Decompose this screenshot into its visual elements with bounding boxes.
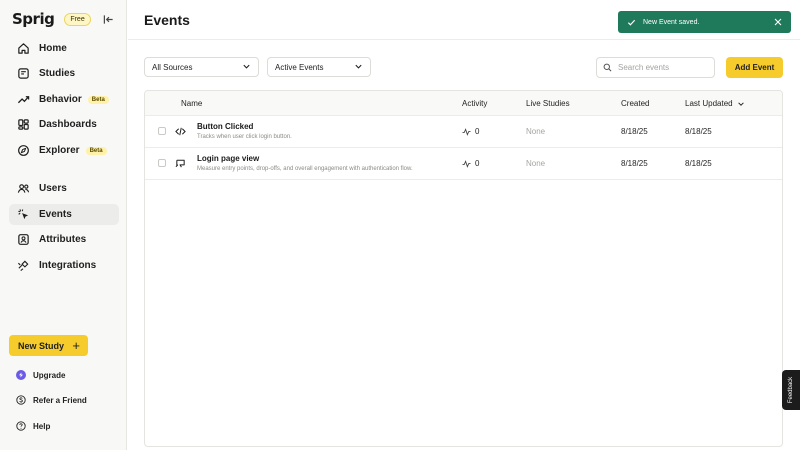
activity-value: 0 [475, 159, 480, 168]
sidebar-item-label: Home [39, 43, 67, 54]
sidebar-item-label: Events [39, 209, 72, 220]
sort-chevron-icon [737, 100, 745, 108]
add-event-button[interactable]: Add Event [726, 57, 783, 78]
row-checkbox[interactable] [158, 159, 166, 167]
page-title: Events [144, 12, 190, 28]
upgrade-icon [16, 370, 26, 380]
column-header-created[interactable]: Created [621, 91, 649, 116]
row-checkbox[interactable] [158, 127, 166, 135]
home-icon [16, 42, 30, 56]
column-header-name[interactable]: Name [181, 91, 202, 116]
chevron-down-icon [242, 62, 251, 73]
activity-icon [462, 159, 471, 168]
sidebar-item-explorer[interactable]: Explorer Beta [9, 140, 119, 161]
event-name[interactable]: Login page view [197, 154, 259, 163]
sprig-logo[interactable]: Sprig [12, 10, 55, 28]
dashboards-icon [16, 118, 30, 132]
studies-icon [16, 67, 30, 81]
sidebar-item-label: Help [33, 421, 51, 431]
event-name[interactable]: Button Clicked [197, 122, 253, 131]
activity-icon [462, 127, 471, 136]
live-studies-cell: None [526, 159, 546, 168]
collapse-sidebar-icon[interactable] [101, 12, 115, 26]
sidebar-item-label: Behavior [39, 94, 82, 105]
created-cell: 8/18/25 [621, 159, 648, 168]
sidebar-item-integrations[interactable]: Integrations [9, 255, 119, 276]
sidebar-item-events[interactable]: Events [9, 204, 119, 225]
sidebar: Sprig Free Home Studies Behavior Beta Da… [0, 0, 127, 450]
behavior-icon [16, 93, 30, 107]
sidebar-item-home[interactable]: Home [9, 38, 119, 59]
sidebar-item-label: Studies [39, 68, 76, 79]
source-select-value: All Sources [152, 62, 193, 72]
brand: Sprig Free [12, 10, 91, 28]
sidebar-item-label: Users [39, 183, 67, 194]
feedback-tab[interactable]: Feedback [782, 370, 800, 410]
last-updated-cell: 8/18/25 [685, 127, 712, 136]
sidebar-item-label: Attributes [39, 234, 87, 245]
beta-badge: Beta [87, 95, 109, 104]
explorer-icon [16, 144, 30, 158]
sidebar-item-attributes[interactable]: Attributes [9, 229, 119, 250]
source-select[interactable]: All Sources [144, 57, 259, 77]
close-icon[interactable] [773, 17, 783, 27]
chevron-down-icon [354, 62, 363, 73]
users-icon [16, 182, 30, 196]
event-description: Measure entry points, drop-offs, and ove… [197, 166, 413, 172]
sidebar-item-behavior[interactable]: Behavior Beta [9, 89, 119, 110]
code-icon [174, 125, 186, 137]
event-description: Tracks when user click login button. [197, 134, 292, 140]
check-icon [626, 17, 636, 27]
activity-value: 0 [475, 127, 480, 136]
table-row[interactable]: Button Clicked Tracks when user click lo… [145, 116, 782, 148]
sidebar-item-studies[interactable]: Studies [9, 63, 119, 84]
column-header-live-studies[interactable]: Live Studies [526, 91, 570, 116]
feedback-label: Feedback [788, 376, 794, 404]
toast-message: New Event saved. [643, 18, 700, 26]
status-select-value: Active Events [275, 62, 324, 72]
plus-icon: + [72, 338, 80, 353]
sidebar-item-label: Refer a Friend [33, 395, 87, 405]
created-cell: 8/18/25 [621, 127, 648, 136]
new-study-label: New Study [18, 340, 65, 351]
sidebar-item-refer[interactable]: Refer a Friend [16, 392, 87, 408]
sidebar-item-label: Explorer [39, 145, 80, 156]
events-icon [16, 208, 30, 222]
sidebar-item-dashboards[interactable]: Dashboards [9, 114, 119, 135]
search-input[interactable] [618, 63, 708, 72]
sidebar-item-label: Upgrade [33, 370, 66, 380]
main-content: Events New Event saved. All Sources Acti… [128, 0, 800, 450]
table-row[interactable]: Login page view Measure entry points, dr… [145, 148, 782, 180]
column-header-activity[interactable]: Activity [462, 91, 487, 116]
search-icon [603, 61, 612, 75]
search-box[interactable] [596, 57, 715, 78]
page-view-icon [174, 157, 186, 169]
activity-cell: 0 [462, 127, 479, 136]
beta-badge: Beta [85, 146, 107, 155]
sidebar-item-label: Dashboards [39, 119, 97, 130]
new-study-button[interactable]: New Study + [9, 335, 88, 356]
activity-cell: 0 [462, 159, 479, 168]
sidebar-item-label: Integrations [39, 260, 97, 271]
column-header-label: Last Updated [685, 99, 733, 108]
plan-badge[interactable]: Free [64, 12, 91, 26]
table-header: Name Activity Live Studies Created Last … [145, 91, 782, 116]
attributes-icon [16, 233, 30, 247]
status-select[interactable]: Active Events [267, 57, 371, 77]
success-toast: New Event saved. [618, 11, 791, 33]
sidebar-item-help[interactable]: Help [16, 418, 50, 434]
help-icon [16, 421, 26, 431]
integrations-icon [16, 259, 30, 273]
last-updated-cell: 8/18/25 [685, 159, 712, 168]
live-studies-cell: None [526, 127, 546, 136]
events-table: Name Activity Live Studies Created Last … [144, 90, 783, 447]
dollar-icon [16, 395, 26, 405]
sidebar-item-users[interactable]: Users [9, 178, 119, 199]
column-header-last-updated[interactable]: Last Updated [685, 91, 745, 116]
sidebar-item-upgrade[interactable]: Upgrade [16, 367, 65, 383]
